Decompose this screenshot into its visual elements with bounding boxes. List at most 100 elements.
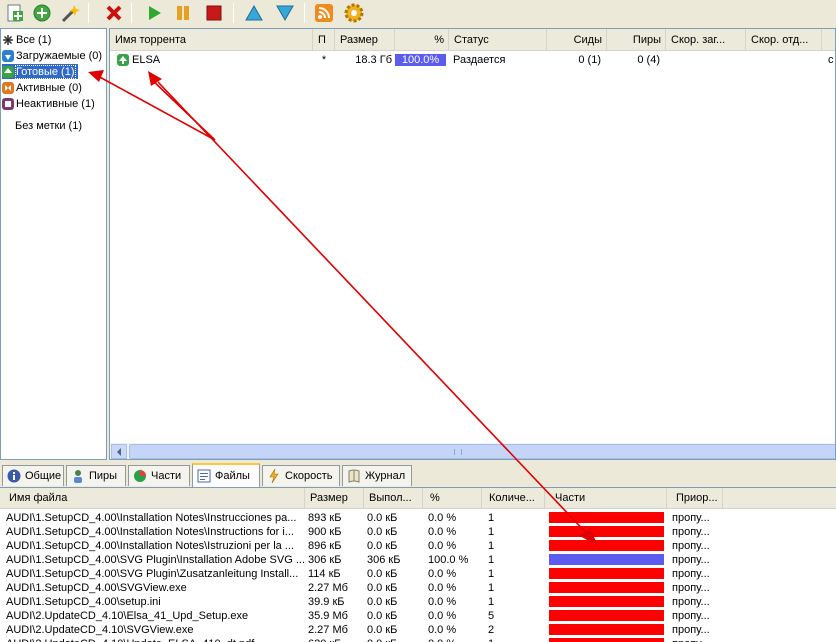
sidebar-item-no-label[interactable]: Без метки (1) bbox=[15, 118, 85, 133]
pause-button[interactable] bbox=[171, 1, 195, 25]
file-row[interactable]: AUDI\2.UpdateCD_4.10\SVGView.exe 2.27 Мб 0… bbox=[0, 623, 836, 637]
column-size[interactable]: Размер bbox=[335, 29, 395, 51]
move-up-button[interactable] bbox=[242, 1, 266, 25]
file-pieces-bar bbox=[549, 638, 664, 642]
file-row[interactable]: AUDI\1.SetupCD_4.00\setup.ini 39.9 кБ 0.0 … bbox=[0, 595, 836, 609]
sidebar-item-label: Без метки (1) bbox=[15, 119, 83, 132]
sidebar-item-label: Загружаемые (0) bbox=[16, 49, 103, 62]
seeding-icon bbox=[117, 54, 129, 66]
file-row[interactable]: AUDI\1.SetupCD_4.00\SVGView.exe 2.27 Мб 0.… bbox=[0, 581, 836, 595]
file-pieces-bar bbox=[549, 540, 664, 551]
rss-button[interactable] bbox=[312, 1, 336, 25]
sidebar-item-label: Готовые (1) bbox=[15, 64, 76, 79]
file-priority: пропу... bbox=[672, 512, 710, 524]
tab-general[interactable]: Общие bbox=[2, 465, 64, 486]
file-row[interactable]: AUDI\2.UpdateCD_4.10\Elsa_41_Upd_Setup.e… bbox=[0, 609, 836, 623]
file-percent: 0.0 % bbox=[428, 610, 457, 622]
file-size: 2.27 Мб bbox=[308, 624, 348, 636]
downloading-icon bbox=[2, 49, 14, 62]
stop-icon bbox=[206, 5, 222, 21]
create-torrent-button[interactable] bbox=[58, 1, 82, 25]
scroll-thumb[interactable] bbox=[129, 444, 835, 459]
column-file-done[interactable]: Выпол... bbox=[364, 488, 423, 509]
sidebar-item-inactive[interactable]: Неактивные (1) bbox=[2, 96, 98, 111]
column-file-percent[interactable]: % bbox=[423, 488, 482, 509]
rss-icon bbox=[315, 4, 333, 22]
column-priority[interactable]: П bbox=[313, 29, 335, 51]
file-row[interactable]: AUDI\2.UpdateCD_4.10\Update_ELSA_410_dt.… bbox=[0, 637, 836, 642]
file-priority: пропу... bbox=[672, 624, 710, 636]
column-name[interactable]: Имя торрента bbox=[110, 29, 313, 51]
file-done: 0.0 кБ bbox=[367, 568, 398, 580]
column-more[interactable] bbox=[822, 29, 835, 51]
file-pieces-bar bbox=[549, 596, 664, 607]
column-file-count[interactable]: Количе... bbox=[482, 488, 545, 509]
file-done: 0.0 кБ bbox=[367, 624, 398, 636]
sidebar-item-downloading[interactable]: Загружаемые (0) bbox=[2, 48, 105, 63]
file-row[interactable]: AUDI\1.SetupCD_4.00\SVG Plugin\Zusatzanl… bbox=[0, 567, 836, 581]
sidebar-item-active[interactable]: Активные (0) bbox=[2, 80, 85, 95]
sidebar-item-all[interactable]: Все (1) bbox=[2, 32, 54, 47]
column-seeds[interactable]: Сиды bbox=[547, 29, 607, 51]
torrent-name: ELSA bbox=[132, 54, 161, 66]
column-percent[interactable]: % bbox=[395, 29, 449, 51]
tab-speed[interactable]: Скорость bbox=[262, 465, 340, 486]
file-pieces-bar bbox=[549, 526, 664, 537]
files-list: Имя файла Размер Выпол... % Количе... Ча… bbox=[0, 487, 836, 642]
file-count: 5 bbox=[488, 610, 495, 622]
tab-label: Журнал bbox=[365, 470, 406, 482]
add-torrent-button[interactable] bbox=[2, 1, 26, 25]
add-torrent-icon bbox=[7, 4, 23, 22]
column-file-pieces[interactable]: Части bbox=[545, 488, 667, 509]
move-down-button[interactable] bbox=[273, 1, 297, 25]
tab-peers[interactable]: Пиры bbox=[66, 465, 126, 486]
file-priority: пропу... bbox=[672, 582, 710, 594]
file-done: 0.0 кБ bbox=[364, 637, 419, 642]
file-pieces-bar bbox=[549, 582, 664, 593]
file-name: AUDI\2.UpdateCD_4.10\Elsa_41_Upd_Setup.e… bbox=[6, 610, 249, 622]
tab-files[interactable]: Файлы bbox=[192, 463, 260, 487]
tab-label: Части bbox=[151, 470, 182, 482]
file-priority: пропу... bbox=[672, 554, 710, 566]
file-name: AUDI\1.SetupCD_4.00\Installation Notes\I… bbox=[6, 512, 297, 524]
file-done: 0.0 кБ bbox=[367, 526, 398, 538]
file-count: 1 bbox=[488, 540, 495, 552]
tab-log[interactable]: Журнал bbox=[342, 465, 412, 486]
column-upload-speed[interactable]: Скор. отд... bbox=[746, 29, 822, 51]
speed-icon bbox=[267, 468, 281, 484]
file-done: 0.0 кБ bbox=[367, 512, 398, 524]
file-percent: 0.0 % bbox=[428, 596, 457, 608]
sidebar-item-completed[interactable]: Готовые (1) bbox=[2, 64, 78, 79]
column-status[interactable]: Статус bbox=[449, 29, 547, 51]
file-priority: пропу... bbox=[672, 526, 710, 538]
torrent-row[interactable]: ELSA * 18.3 Гб 100.0% Раздается 0 (1) 0 … bbox=[110, 52, 835, 68]
file-row[interactable]: AUDI\1.SetupCD_4.00\Installation Notes\I… bbox=[0, 511, 836, 525]
column-file-priority[interactable]: Приор... bbox=[667, 488, 723, 509]
column-download-speed[interactable]: Скор. заг... bbox=[666, 29, 746, 51]
add-url-button[interactable] bbox=[30, 1, 54, 25]
file-percent: 0.0 % bbox=[428, 540, 457, 552]
pieces-icon bbox=[133, 469, 147, 483]
file-percent: 0.0 % bbox=[423, 637, 478, 642]
column-file-size[interactable]: Размер bbox=[305, 488, 364, 509]
torrent-list-header: Имя торрента П Размер % Статус Сиды Пиры… bbox=[110, 29, 835, 51]
horizontal-scrollbar[interactable] bbox=[110, 443, 835, 459]
category-sidebar: Все (1) Загружаемые (0) Готовые (1) Акти… bbox=[0, 28, 107, 460]
remove-icon bbox=[106, 5, 122, 21]
file-pieces-bar bbox=[549, 610, 664, 621]
file-size: 35.9 Мб bbox=[308, 610, 348, 622]
tab-pieces[interactable]: Части bbox=[128, 465, 190, 486]
remove-button[interactable] bbox=[102, 1, 126, 25]
chevron-left-icon bbox=[117, 447, 121, 456]
torrent-percent: 100.0% bbox=[401, 54, 440, 66]
file-row[interactable]: AUDI\1.SetupCD_4.00\Installation Notes\I… bbox=[0, 539, 836, 553]
add-url-icon bbox=[33, 4, 51, 22]
settings-button[interactable] bbox=[342, 1, 366, 25]
start-button[interactable] bbox=[142, 1, 166, 25]
scroll-left-button[interactable] bbox=[111, 444, 127, 459]
column-file-name[interactable]: Имя файла bbox=[0, 488, 305, 509]
stop-button[interactable] bbox=[202, 1, 226, 25]
column-peers[interactable]: Пиры bbox=[607, 29, 666, 51]
file-row[interactable]: AUDI\1.SetupCD_4.00\Installation Notes\I… bbox=[0, 525, 836, 539]
file-row[interactable]: AUDI\1.SetupCD_4.00\SVG Plugin\Installat… bbox=[0, 553, 836, 567]
